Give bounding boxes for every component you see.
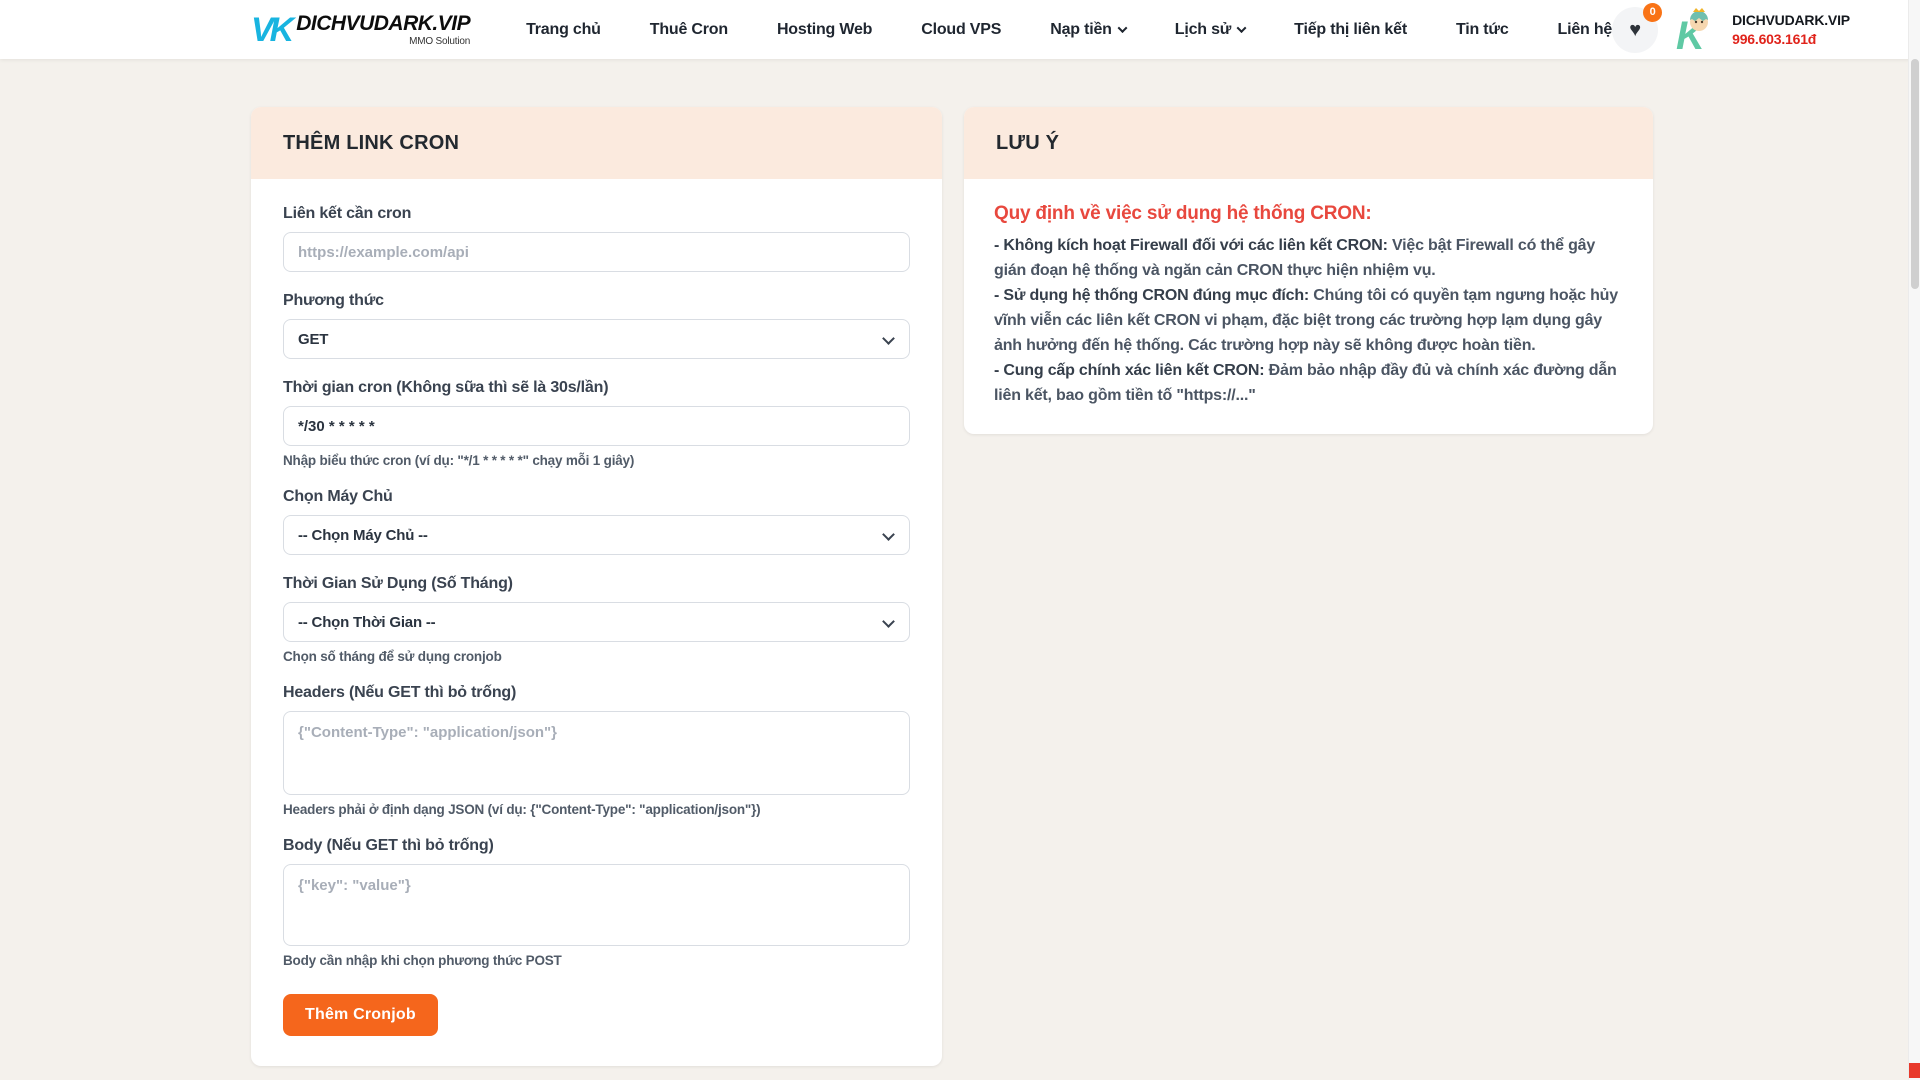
link-input[interactable] — [283, 232, 910, 272]
field-group-server: Chọn Máy Chủ -- Chọn Máy Chủ -- — [283, 488, 910, 555]
nav-item-thue-cron[interactable]: Thuê Cron — [650, 21, 728, 39]
site-logo[interactable]: VK DICHVUDARK.VIP MMO Solution — [251, 13, 470, 47]
duration-helper-text: Chọn số tháng để sử dụng cronjob — [283, 649, 910, 664]
note-item: - Cung cấp chính xác liên kết CRON: Đảm … — [994, 358, 1623, 408]
nav-item-nap-tien[interactable]: Nạp tiền — [1050, 21, 1126, 39]
notes-card: LƯU Ý Quy định về việc sử dụng hệ thống … — [964, 107, 1653, 434]
nav-item-hosting-web[interactable]: Hosting Web — [777, 21, 872, 39]
body-label: Body (Nếu GET thì bỏ trống) — [283, 837, 910, 855]
notes-body: Quy định về việc sử dụng hệ thống CRON: … — [964, 179, 1653, 434]
method-label: Phương thức — [283, 292, 910, 310]
page-content: THÊM LINK CRON Liên kết cần cron Phương … — [0, 59, 1920, 1066]
logo-tagline: MMO Solution — [409, 36, 470, 47]
headers-textarea[interactable] — [283, 711, 910, 795]
note-item: - Không kích hoạt Firewall đối với các l… — [994, 233, 1623, 283]
main-nav: Trang chủ Thuê Cron Hosting Web Cloud VP… — [526, 21, 1612, 39]
user-name: DICHVUDARK.VIP — [1732, 12, 1850, 28]
chevron-down-icon — [882, 332, 895, 345]
server-select[interactable]: -- Chọn Máy Chủ -- — [283, 515, 910, 555]
body-textarea[interactable] — [283, 864, 910, 946]
add-cron-form: Liên kết cần cron Phương thức GET Thời g… — [251, 179, 942, 1066]
field-group-link: Liên kết cần cron — [283, 205, 910, 272]
top-navigation-bar: VK DICHVUDARK.VIP MMO Solution Trang chủ… — [0, 0, 1920, 59]
field-group-headers: Headers (Nếu GET thì bỏ trống) Headers p… — [283, 684, 910, 817]
notes-card-header: LƯU Ý — [964, 107, 1653, 179]
user-info[interactable]: DICHVUDARK.VIP 996.603.161đ — [1732, 12, 1850, 47]
add-cronjob-button[interactable]: Thêm Cronjob — [283, 994, 438, 1036]
user-balance: 996.603.161đ — [1732, 31, 1850, 47]
scroll-corner-button[interactable] — [1909, 1063, 1920, 1078]
nav-item-lich-su[interactable]: Lịch sử — [1175, 21, 1245, 39]
duration-label: Thời Gian Sử Dụng (Số Tháng) — [283, 575, 910, 593]
header-user-area: ♥ 0 K DICHVUDARK.VIP 996.603.161đ — [1612, 7, 1850, 53]
nav-item-lien-he[interactable]: Liên hệ — [1558, 21, 1613, 39]
chevron-down-icon — [1237, 23, 1247, 33]
server-label: Chọn Máy Chủ — [283, 488, 910, 506]
cron-helper-text: Nhập biểu thức cron (ví dụ: "*/1 * * * *… — [283, 453, 910, 468]
notes-title: LƯU Ý — [996, 132, 1059, 155]
user-avatar[interactable]: K — [1672, 7, 1718, 53]
body-helper-text: Body cần nhập khi chọn phương thức POST — [283, 953, 910, 968]
page-scrollbar[interactable] — [1908, 0, 1920, 1080]
chevron-down-icon — [882, 528, 895, 541]
nav-item-trang-chu[interactable]: Trang chủ — [526, 21, 601, 39]
add-cron-title: THÊM LINK CRON — [283, 132, 459, 155]
cron-expression-input[interactable] — [283, 406, 910, 446]
logo-vk-icon: VK — [251, 13, 290, 47]
nav-item-tiep-thi-lien-ket[interactable]: Tiếp thị liên kết — [1294, 21, 1407, 39]
headers-helper-text: Headers phải ở định dạng JSON (ví dụ: {"… — [283, 802, 910, 817]
add-cron-card: THÊM LINK CRON Liên kết cần cron Phương … — [251, 107, 942, 1066]
logo-site-name: DICHVUDARK.VIP — [296, 13, 470, 34]
field-group-duration: Thời Gian Sử Dụng (Số Tháng) -- Chọn Thờ… — [283, 575, 910, 664]
duration-select[interactable]: -- Chọn Thời Gian -- — [283, 602, 910, 642]
cron-time-label: Thời gian cron (Không sữa thì sẽ là 30s/… — [283, 379, 910, 397]
notes-heading: Quy định về việc sử dụng hệ thống CRON: — [994, 203, 1623, 225]
link-label: Liên kết cần cron — [283, 205, 910, 223]
chevron-down-icon — [882, 615, 895, 628]
chevron-down-icon — [1117, 23, 1127, 33]
heart-icon: ♥ — [1629, 20, 1641, 40]
avatar-mascot-icon: K — [1672, 7, 1718, 53]
field-group-body: Body (Nếu GET thì bỏ trống) Body cần nhậ… — [283, 837, 910, 968]
nav-item-cloud-vps[interactable]: Cloud VPS — [921, 21, 1001, 39]
wishlist-count-badge: 0 — [1643, 3, 1662, 22]
method-select[interactable]: GET — [283, 319, 910, 359]
add-cron-card-header: THÊM LINK CRON — [251, 107, 942, 179]
nav-item-tin-tuc[interactable]: Tin tức — [1456, 21, 1509, 39]
field-group-method: Phương thức GET — [283, 292, 910, 359]
wishlist-button[interactable]: ♥ 0 — [1612, 7, 1658, 53]
headers-label: Headers (Nếu GET thì bỏ trống) — [283, 684, 910, 702]
note-item: - Sử dụng hệ thống CRON đúng mục đích: C… — [994, 283, 1623, 358]
scrollbar-thumb[interactable] — [1911, 59, 1919, 289]
field-group-cron-time: Thời gian cron (Không sữa thì sẽ là 30s/… — [283, 379, 910, 468]
